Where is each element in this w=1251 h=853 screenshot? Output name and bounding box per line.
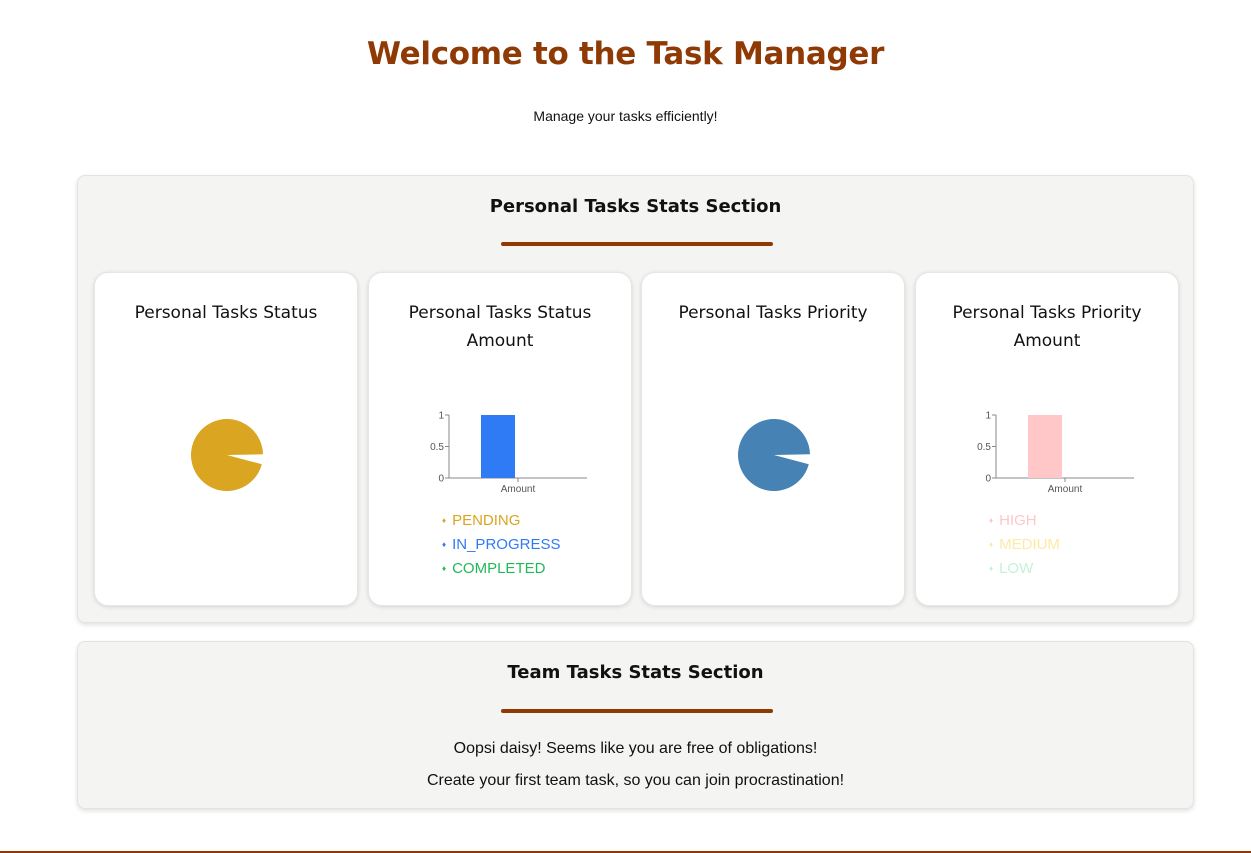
- legend-marker-icon: ♦: [989, 564, 994, 573]
- legend-label: COMPLETED: [452, 560, 546, 577]
- card-title: Personal Tasks Status: [134, 303, 318, 323]
- legend-marker-icon: ♦: [442, 540, 447, 549]
- personal-tasks-section: Personal Tasks Stats Section Personal Ta…: [77, 175, 1194, 623]
- legend-label: MEDIUM: [999, 536, 1060, 553]
- team-tasks-section: Team Tasks Stats Section Oopsi daisy! Se…: [77, 641, 1194, 809]
- legend-marker-icon: ♦: [442, 516, 447, 525]
- pie-slice[interactable]: [191, 419, 263, 491]
- legend-item-low[interactable]: ♦ LOW: [989, 557, 1060, 581]
- empty-state-message: Oopsi daisy! Seems like you are free of …: [453, 740, 818, 757]
- section-divider: [501, 709, 773, 713]
- page-subtitle: Manage your tasks efficiently!: [533, 108, 718, 124]
- status-pie-chart: [191, 419, 263, 491]
- x-tick-label: Amount: [1048, 484, 1083, 495]
- y-tick-label: 0: [438, 474, 444, 485]
- personal-section-title: Personal Tasks Stats Section: [489, 196, 782, 217]
- x-tick-label: Amount: [501, 484, 536, 495]
- priority-pie-card: Personal Tasks Priority: [641, 272, 905, 606]
- bar-in-progress[interactable]: [481, 415, 515, 478]
- y-tick-label: 0.5: [430, 442, 444, 453]
- y-tick-label: 1: [985, 411, 991, 422]
- priority-pie-chart: [738, 419, 810, 491]
- card-title: Personal Tasks Priority Amount: [952, 303, 1142, 351]
- team-section-title: Team Tasks Stats Section: [507, 662, 764, 683]
- page-title: Welcome to the Task Manager: [366, 36, 885, 72]
- legend-marker-icon: ♦: [989, 540, 994, 549]
- status-legend: ♦ PENDING ♦ IN_PROGRESS ♦ COMPLETED: [442, 509, 560, 581]
- legend-label: LOW: [999, 560, 1034, 577]
- status-pie-card: Personal Tasks Status: [94, 272, 358, 606]
- legend-label: HIGH: [999, 512, 1037, 529]
- status-bar-chart: 0 0.5 1 Amount: [430, 411, 587, 495]
- priority-legend: ♦ HIGH ♦ MEDIUM ♦ LOW: [989, 509, 1060, 581]
- priority-bar-chart: 0 0.5 1 Amount: [977, 411, 1134, 495]
- legend-item-medium[interactable]: ♦ MEDIUM: [989, 533, 1060, 557]
- empty-state-hint: Create your first team task, so you can …: [426, 772, 845, 789]
- y-tick-label: 1: [438, 411, 444, 422]
- card-title: Personal Tasks Priority: [678, 303, 868, 323]
- y-tick-label: 0: [985, 474, 991, 485]
- section-divider: [501, 242, 773, 246]
- bar-high[interactable]: [1028, 415, 1062, 478]
- legend-marker-icon: ♦: [442, 564, 447, 573]
- legend-label: PENDING: [452, 512, 521, 529]
- legend-marker-icon: ♦: [989, 516, 994, 525]
- legend-item-high[interactable]: ♦ HIGH: [989, 509, 1060, 533]
- priority-amount-card: Personal Tasks Priority Amount 0 0.5 1 Amou…: [915, 272, 1179, 606]
- y-tick-label: 0.5: [977, 442, 991, 453]
- legend-item-completed[interactable]: ♦ COMPLETED: [442, 557, 560, 581]
- pie-slice[interactable]: [738, 419, 810, 491]
- card-title: Personal Tasks Status Amount: [408, 303, 592, 351]
- status-amount-card: Personal Tasks Status Amount 0 0.5 1 Amount…: [368, 272, 632, 606]
- legend-item-pending[interactable]: ♦ PENDING: [442, 509, 560, 533]
- legend-item-in-progress[interactable]: ♦ IN_PROGRESS: [442, 533, 560, 557]
- legend-label: IN_PROGRESS: [452, 536, 561, 553]
